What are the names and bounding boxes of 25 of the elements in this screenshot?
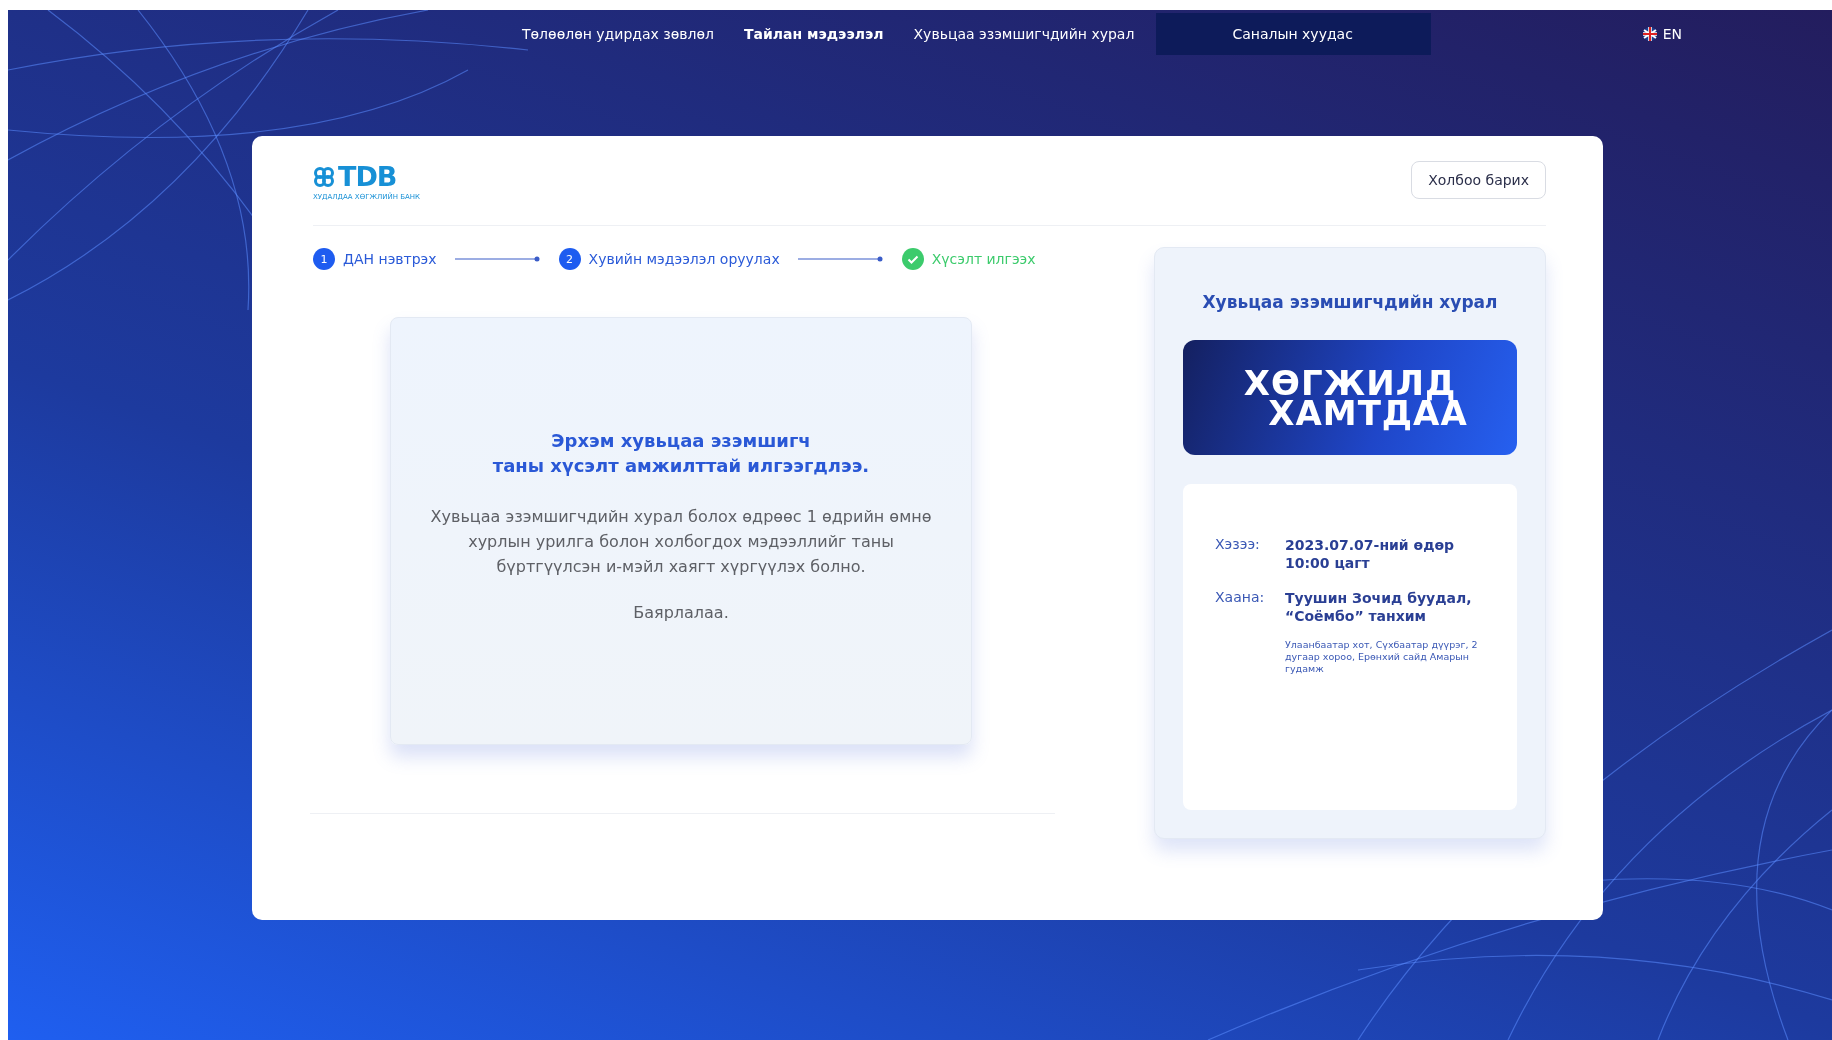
step-label: ДАН нэвтрэх <box>343 251 437 267</box>
success-title: Эрхэм хувьцаа эзэмшигч таны хүсэлт амжилттай илгээгдлээ. <box>492 429 870 478</box>
detail-label: Хаана: <box>1215 589 1266 607</box>
step-label: Хувийн мэдээлэл оруулах <box>588 251 780 267</box>
detail-label: Хэзээ: <box>1215 536 1261 554</box>
step-number: 2 <box>558 248 581 270</box>
nav-link[interactable]: Хувьцаа эзэмшигчдийн хурал <box>899 14 1149 54</box>
check-circle-icon <box>901 248 924 270</box>
nav-link[interactable]: Саналын хуудас <box>1156 13 1431 55</box>
nav-link[interactable]: Төлөөлөн удирдах зөвлөл <box>508 14 728 54</box>
logo-wordmark: TDB <box>338 163 397 191</box>
language-link[interactable]: EN <box>1662 26 1682 42</box>
thanks-text: Баярлалаа. <box>633 603 729 622</box>
knot-logo-icon <box>313 166 335 188</box>
meeting-title: Хувьцаа эзэмшигчдийн хурал <box>1201 292 1499 312</box>
contact-button[interactable]: Холбоо барих <box>1411 161 1546 199</box>
success-message: Хувьцаа эзэмшигчдийн хурал болох өдрөөс 1 өдрийн өмнө хурлын урилга болон холбогдох мэдээллийг таны бүртгүүлсэн и-мэйл хаягт хүргүүлэх болно. <box>429 506 933 578</box>
detail-value: Туушин Зочид буудал, “Соёмбо” танхим <box>1285 589 1473 625</box>
detail-value: 2023.07.07-ний өдөр 10:00 цагт <box>1285 536 1456 572</box>
slogan-banner: ХӨГЖИЛД ХАМТДАА <box>1183 340 1517 455</box>
step-number: 1 <box>313 248 335 270</box>
step-label: Хүсэлт илгээх <box>931 251 1036 267</box>
flag-icon[interactable] <box>1642 27 1657 41</box>
nav-link[interactable]: Тайлан мэдээлэл <box>730 14 898 54</box>
address-text: Улаанбаатар хот, Сүхбаатар дүүрэг, 2 дугаар хороо, Ерөнхий сайд Амарын гудамж <box>1285 639 1479 675</box>
